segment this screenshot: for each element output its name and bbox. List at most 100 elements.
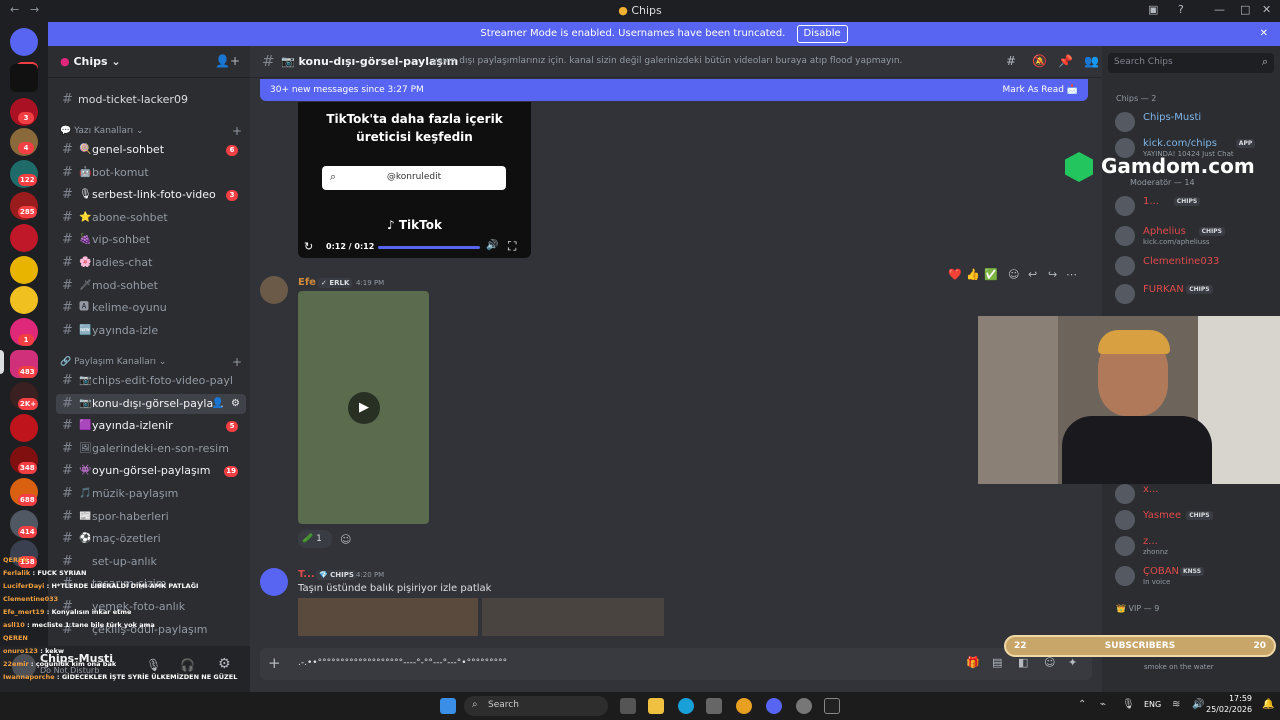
channel-item[interactable]: # 📷chips-edit-foto-video-paylaş... [56,371,246,391]
add-attachment-icon[interactable]: + [268,654,281,672]
message-author[interactable]: T... [298,569,315,580]
search-box[interactable]: Search Chips ⌕ [1108,53,1274,73]
mark-as-read-button[interactable]: Mark As Read 📩 [1003,79,1078,101]
server-icon[interactable] [10,224,38,252]
epic-games-icon[interactable] [824,698,840,714]
gift-icon[interactable]: 🎁 [966,656,980,669]
file-explorer-icon[interactable] [648,698,664,714]
channel-item[interactable]: # 📷 konu-dışı-görsel-payla... 👤 ⚙ [56,393,246,414]
message-author[interactable]: Efe [298,277,316,288]
members-icon[interactable]: 👥 [1084,54,1099,68]
channel-item[interactable]: # 🟪 yayında-izlenir 5 [56,416,246,436]
maximize-icon[interactable]: □ [1240,3,1250,16]
message-composer[interactable]: + .-.••°°°°°°°°°°°°°°°°°°°----°-°°---°--… [260,648,1092,680]
member-item[interactable]: ÇOBAN KNSS In voice [1115,566,1275,590]
close-window-icon[interactable]: ✕ [1262,3,1271,16]
channel-item[interactable]: # 🤖 bot-komut [56,163,246,183]
tray-chevron-icon[interactable]: ⌃ [1078,699,1086,710]
create-channel-icon[interactable]: + [232,355,242,369]
check-reaction-icon[interactable]: ✅ [984,268,998,281]
settings-gear-icon[interactable]: ⚙ [218,656,231,672]
server-icon[interactable] [10,64,38,92]
member-item[interactable]: x... [1115,484,1275,508]
server-icon[interactable] [10,286,38,314]
image-attachments[interactable] [298,598,664,636]
channel-item[interactable]: # 🎙 serbest-link-foto-video 3 [56,185,246,205]
category-paylasim-kanallari[interactable]: 🔗 Paylaşım Kanalları ⌄ + [60,355,242,369]
obs-icon[interactable] [796,698,812,714]
server-icon[interactable] [10,414,38,442]
channel-item[interactable]: # 🍇 vip-sohbet [56,230,246,250]
channel-item[interactable]: # 🆕 yayında-izle [56,321,246,341]
member-item[interactable]: Clementine033 [1115,256,1275,280]
apps-icon[interactable]: ✦ [1068,656,1077,669]
image-thumbnail[interactable] [298,598,478,636]
store-icon[interactable] [706,698,722,714]
channel-item[interactable]: # 📰 spor-haberleri [56,507,246,527]
member-item[interactable]: FURKAN CHIPS [1115,284,1275,308]
volume-icon[interactable]: 🔊 [1192,699,1204,710]
reaction-chip[interactable]: 🥒 1 [298,530,332,548]
channel-item[interactable]: # 🎵 müzik-paylaşım [56,484,246,504]
windows-start-icon[interactable] [440,698,456,714]
clock-time[interactable]: 17:59 [1212,694,1252,703]
video-attachment[interactable]: ▶ [298,291,429,524]
heart-reaction-icon[interactable]: ❤️ [948,268,962,281]
sticker-icon[interactable]: ◧ [1018,656,1028,669]
volume-icon[interactable]: 🔊 [486,240,498,251]
channel-topic[interactable]: yayın dışı paylaşımlarınız için. kanal s… [432,56,902,66]
member-item[interactable]: Aphelius CHIPS kick.com/apheliuss [1115,226,1275,250]
emoji-icon[interactable]: ☺ [1044,656,1055,669]
thumbs-up-reaction-icon[interactable]: 👍 [966,268,980,281]
add-reaction-icon[interactable]: ☺ [340,533,351,546]
channel-item[interactable]: # ⭐ abone-sohbet [56,208,246,228]
mic-tray-icon[interactable]: 🎙 [1122,699,1135,710]
more-options-icon[interactable]: ⋯ [1066,268,1077,281]
replay-icon[interactable]: ↻ [304,240,313,253]
play-icon[interactable]: ▶ [348,392,380,424]
language-indicator[interactable]: ENG [1144,700,1161,709]
threads-icon[interactable]: # [1006,54,1016,68]
forward-icon[interactable]: ↪ [1048,268,1057,281]
reply-icon[interactable]: ↩ [1028,268,1037,281]
chrome-icon[interactable] [736,698,752,714]
tiktok-video-embed[interactable]: TikTok'ta daha fazla içerik üreticisi ke… [298,102,531,258]
task-view-icon[interactable] [620,698,636,714]
image-thumbnail[interactable] [482,598,664,636]
member-item[interactable]: z... zhonnz [1115,536,1275,560]
pinned-icon[interactable]: 📌 [1058,54,1073,68]
close-banner-icon[interactable]: ✕ [1260,22,1268,46]
member-item[interactable]: Chips-Musti [1115,112,1275,136]
category-yazi-kanallari[interactable]: 💬 Yazı Kanalları ⌄ + [60,124,242,138]
add-member-icon[interactable]: 👤+ [215,54,240,68]
direct-messages-icon[interactable] [10,28,38,56]
invite-icon[interactable]: 👤 [212,394,224,414]
member-item[interactable]: Yasmee CHIPS [1115,510,1275,534]
channel-item[interactable]: # 🅰kelime-oyunu [56,298,246,318]
video-progress-bar[interactable] [378,246,480,249]
server-header[interactable]: ● Chips ⌄ 👤+ [48,46,250,78]
wifi-icon[interactable]: ≋ [1172,699,1180,710]
avatar[interactable] [260,568,288,596]
create-channel-icon[interactable]: + [232,124,242,138]
notifications-icon[interactable]: 🔔 [1262,699,1274,710]
help-icon[interactable]: ? [1178,3,1184,16]
server-icon[interactable] [10,256,38,284]
channel-settings-icon[interactable]: ⚙ [231,394,240,414]
member-item[interactable]: 1... CHIPS [1115,196,1275,220]
channel-item[interactable]: # 👾 oyun-görsel-paylaşım 19 [56,461,246,481]
channel-item[interactable]: # 🗡 mod-sohbet [56,276,246,296]
add-reaction-icon[interactable]: ☺ [1008,268,1019,281]
notifications-icon[interactable]: 🔕 [1032,54,1047,68]
channel-item[interactable]: # 🖼 galerindeki-en-son-resim [56,439,246,459]
channel-item[interactable]: # ⚽ maç-özetleri [56,529,246,549]
discord-icon[interactable] [766,698,782,714]
channel-item[interactable]: # 🌸 ladies-chat [56,253,246,273]
tiktok-search-box[interactable]: ⌕ @konruledit [322,166,506,190]
channel-mod-ticket-lacker09[interactable]: # mod-ticket-lacker09 [56,90,246,110]
avatar[interactable] [260,276,288,304]
taskbar-search[interactable]: ⌕ Search [464,696,608,716]
inbox-icon[interactable]: ▣ [1148,3,1158,16]
new-messages-bar[interactable]: 30+ new messages since 3:27 PM Mark As R… [260,79,1088,101]
clock-date[interactable]: 25/02/2026 [1206,705,1252,714]
